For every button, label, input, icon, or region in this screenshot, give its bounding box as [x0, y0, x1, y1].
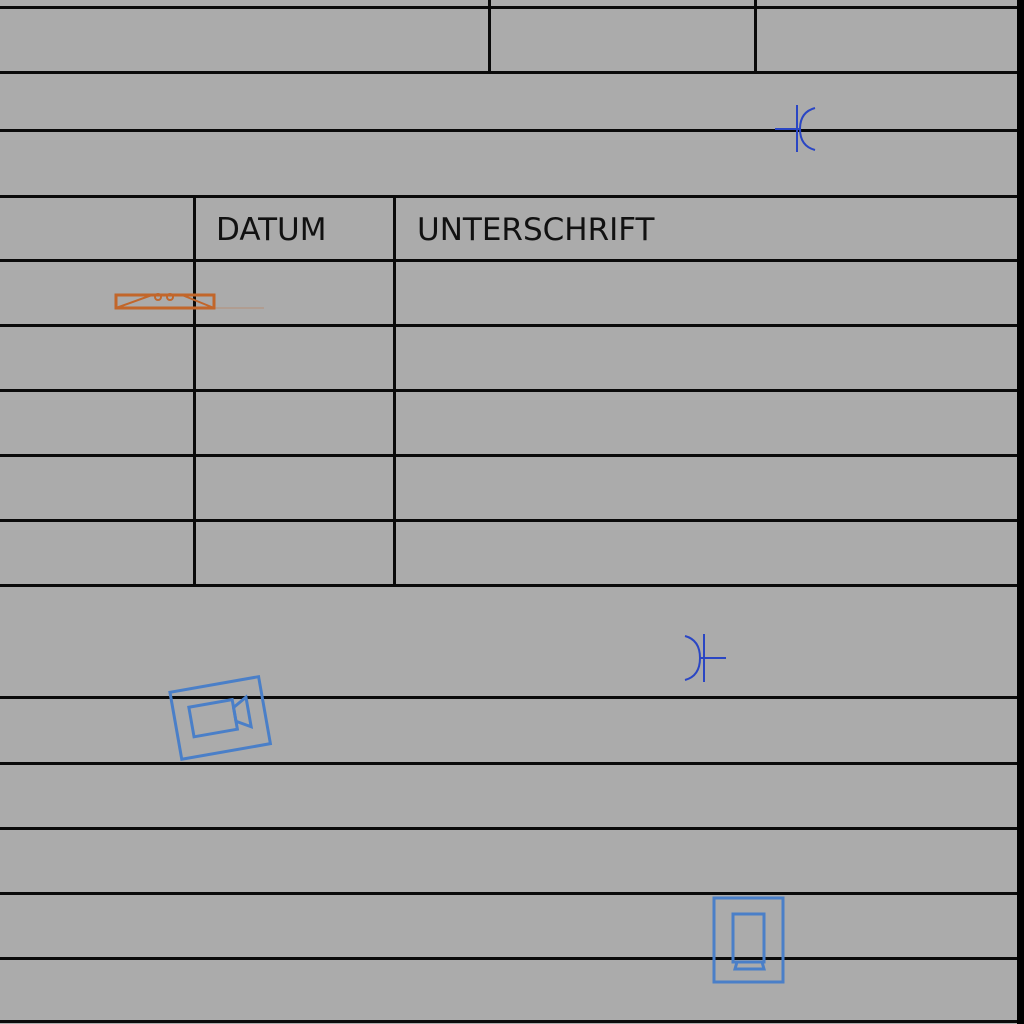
rule-line: [0, 195, 1018, 198]
column-line: [488, 0, 491, 73]
rule-line: [0, 696, 1018, 699]
rule-line: [0, 71, 1018, 74]
rule-line: [0, 1020, 1018, 1023]
rule-line: [0, 129, 1018, 132]
rule-line: [0, 584, 1018, 587]
rule-line: [0, 389, 1018, 392]
unterschrift-header: UNTERSCHRIFT: [417, 212, 655, 248]
form-sheet: DATUM UNTERSCHRIFT: [0, 0, 1024, 1024]
rule-line: [0, 259, 1018, 262]
column-line: [393, 196, 396, 586]
rule-line: [0, 957, 1018, 960]
capacitor-symbol-icon: [775, 105, 816, 152]
column-line: [193, 196, 196, 586]
tray-icon: [114, 293, 264, 310]
page-edge: [1017, 0, 1024, 1024]
rule-line: [0, 892, 1018, 895]
device-icon: [712, 896, 785, 984]
datum-header: DATUM: [216, 212, 327, 248]
rule-line: [0, 827, 1018, 830]
column-line: [754, 0, 757, 73]
video-camera-icon: [168, 674, 273, 762]
capacitor-symbol-icon: [684, 634, 726, 682]
rule-line: [0, 324, 1018, 327]
rule-line: [0, 519, 1018, 522]
rule-line: [0, 6, 1018, 9]
rule-line: [0, 454, 1018, 457]
rule-line: [0, 762, 1018, 765]
